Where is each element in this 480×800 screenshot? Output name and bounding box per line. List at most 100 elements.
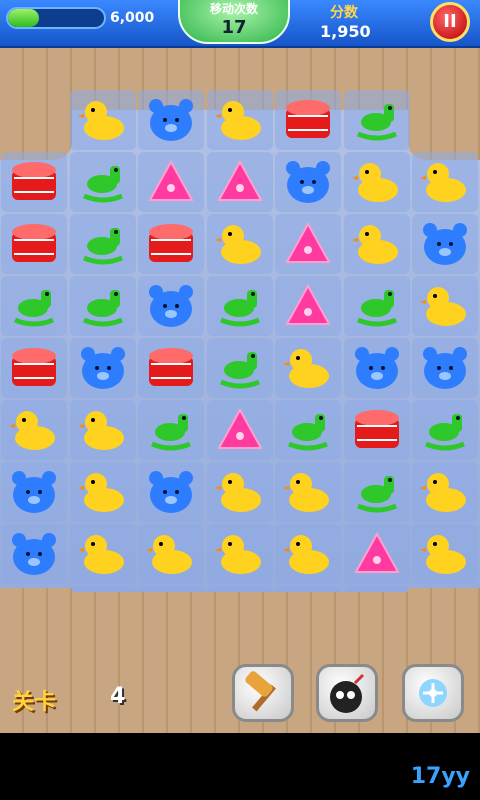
grid-cell[interactable] <box>412 152 478 212</box>
grid-cell[interactable] <box>138 276 204 336</box>
duck-piece-icon <box>214 220 265 268</box>
grid-cell[interactable] <box>138 338 204 398</box>
hammer-tool-button[interactable] <box>232 664 294 722</box>
duck-piece-icon <box>283 530 333 578</box>
drum-piece-icon <box>283 96 333 144</box>
duck-piece-icon <box>77 468 128 516</box>
grid-cell[interactable] <box>275 90 341 150</box>
grid-cell[interactable] <box>206 524 273 584</box>
grid-cell[interactable] <box>1 524 67 584</box>
pause-button[interactable]: II <box>430 2 470 42</box>
grid-cell[interactable] <box>412 524 478 584</box>
horse-piece-icon <box>78 282 128 330</box>
score-progress-bar <box>6 7 106 29</box>
duck-piece-icon <box>77 530 128 578</box>
grid-cell[interactable] <box>138 400 204 460</box>
grid-cell[interactable] <box>275 276 341 336</box>
triangle-piece-icon <box>146 158 196 206</box>
drum-piece-icon <box>146 220 196 268</box>
shuffle-icon <box>419 679 447 707</box>
grid-cell[interactable] <box>69 400 136 460</box>
duck-piece-icon <box>9 406 59 454</box>
triangle-piece-icon <box>283 282 333 330</box>
grid-cell[interactable] <box>275 400 341 460</box>
bear-piece-icon <box>420 220 470 268</box>
bomb-icon <box>330 673 365 713</box>
grid-cell[interactable] <box>343 152 410 212</box>
horse-piece-icon <box>420 406 470 454</box>
grid-cell[interactable] <box>206 214 273 274</box>
bear-piece-icon <box>146 96 196 144</box>
grid-cell[interactable] <box>412 214 478 274</box>
grid-cell[interactable] <box>1 400 67 460</box>
duck-piece-icon <box>283 468 333 516</box>
grid-cell[interactable] <box>1 276 67 336</box>
moves-label: 移动次数 <box>209 2 258 16</box>
grid-cell[interactable] <box>138 90 204 150</box>
drum-piece-icon <box>9 344 59 392</box>
grid-cell[interactable] <box>343 90 410 150</box>
target-score: 6,000 <box>110 10 155 26</box>
grid-cell[interactable] <box>138 214 204 274</box>
grid-cell[interactable] <box>412 338 478 398</box>
level-number: 4 <box>110 684 126 709</box>
grid-cell[interactable] <box>206 400 273 460</box>
grid-cell[interactable] <box>412 462 478 522</box>
grid-cell[interactable] <box>138 462 204 522</box>
grid-cell[interactable] <box>69 524 136 584</box>
bear-piece-icon <box>146 282 196 330</box>
horse-piece-icon <box>352 96 402 144</box>
grid-cell[interactable] <box>343 276 410 336</box>
score-value: 1,950 <box>320 22 371 41</box>
grid-cell[interactable] <box>275 338 341 398</box>
grid-cell[interactable] <box>275 152 341 212</box>
drum-piece-icon <box>9 158 59 206</box>
grid-cell[interactable] <box>138 524 204 584</box>
game-board-area: 6,000 移动次数 17 分数 1,950 II 关卡 4 <box>0 0 480 733</box>
grid-cell[interactable] <box>275 524 341 584</box>
grid-cell[interactable] <box>69 152 136 212</box>
duck-piece-icon <box>214 468 265 516</box>
duck-piece-icon <box>77 96 128 144</box>
grid-cell[interactable] <box>412 400 478 460</box>
grid-cell[interactable] <box>343 524 410 584</box>
grid-cell[interactable] <box>69 338 136 398</box>
grid-cell[interactable] <box>69 276 136 336</box>
horse-piece-icon <box>283 406 333 454</box>
grid-cell[interactable] <box>69 90 136 150</box>
bomb-tool-button[interactable] <box>316 664 378 722</box>
grid-cell[interactable] <box>1 338 67 398</box>
horse-piece-icon <box>9 282 59 330</box>
grid-cell[interactable] <box>1 152 67 212</box>
horse-piece-icon <box>352 468 402 516</box>
grid-cell[interactable] <box>275 214 341 274</box>
match3-grid[interactable] <box>0 90 480 660</box>
grid-cell[interactable] <box>343 400 410 460</box>
grid-cell[interactable] <box>69 214 136 274</box>
level-label: 关卡 <box>12 690 57 715</box>
grid-cell[interactable] <box>275 462 341 522</box>
grid-cell[interactable] <box>412 276 478 336</box>
triangle-piece-icon <box>215 406 265 454</box>
duck-piece-icon <box>351 158 402 206</box>
bear-piece-icon <box>352 344 402 392</box>
grid-cell[interactable] <box>206 338 273 398</box>
grid-cell[interactable] <box>343 338 410 398</box>
grid-cell[interactable] <box>206 152 273 212</box>
grid-cell[interactable] <box>343 462 410 522</box>
score-progress-fill <box>8 9 39 27</box>
grid-cell[interactable] <box>69 462 136 522</box>
grid-cell[interactable] <box>1 214 67 274</box>
grid-cell[interactable] <box>343 214 410 274</box>
drum-piece-icon <box>146 344 196 392</box>
horse-piece-icon <box>352 282 402 330</box>
grid-cell[interactable] <box>1 462 67 522</box>
grid-cell[interactable] <box>206 462 273 522</box>
horse-piece-icon <box>215 282 265 330</box>
bear-piece-icon <box>283 158 333 206</box>
grid-cell[interactable] <box>206 90 273 150</box>
grid-cell[interactable] <box>138 152 204 212</box>
shuffle-tool-button[interactable] <box>402 664 464 722</box>
duck-piece-icon <box>77 406 128 454</box>
grid-cell[interactable] <box>206 276 273 336</box>
